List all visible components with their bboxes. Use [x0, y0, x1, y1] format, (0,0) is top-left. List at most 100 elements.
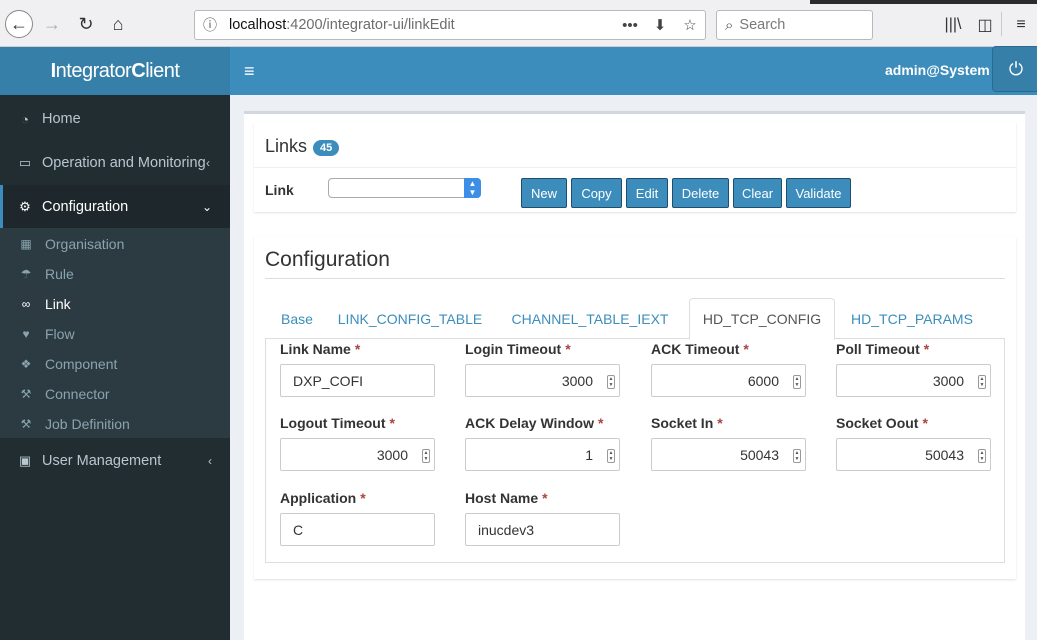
clear-button[interactable]: Clear	[733, 178, 782, 208]
sidebar-item-flow[interactable]: ♥ Flow	[0, 319, 230, 349]
poll-timeout-field[interactable]: 3000 ▲ ▼	[836, 364, 991, 397]
app-header: Integrator Client ≡ admin@System ⏻	[0, 46, 1037, 95]
logo-letter-c: C	[131, 59, 146, 82]
socket-in-label: Socket In *	[651, 415, 723, 431]
links-count-badge: 45	[313, 140, 340, 156]
browser-search-input[interactable]: ⌕ Search	[716, 10, 873, 40]
chevron-left-icon: ‹	[206, 156, 210, 170]
pocket-icon[interactable]: ⬇	[645, 16, 675, 34]
link-name-label: Link Name *	[280, 341, 361, 357]
sidebar-item-home[interactable]: ◔ Home	[0, 97, 230, 141]
url-host: localhost	[229, 17, 287, 33]
ack-delay-window-label: ACK Delay Window *	[465, 415, 604, 431]
url-text[interactable]: localhost:4200/integrator-ui/linkEdit	[229, 17, 615, 33]
sidebar-item-organisation[interactable]: ▦ Organisation	[0, 229, 230, 259]
browser-toolbar: ← → ↻ ⌂ ⓘ localhost:4200/integrator-ui/l…	[0, 0, 1037, 47]
divider	[265, 278, 1005, 279]
socket-oout-label: Socket Oout *	[836, 415, 928, 431]
delete-button[interactable]: Delete	[672, 178, 729, 208]
puzzle-icon: ❖	[20, 357, 32, 371]
toolbar-separator	[1001, 12, 1002, 36]
forward-icon[interactable]: →	[38, 10, 66, 38]
content-area: Links 45 Link ▲ ▼ New Copy Edit Delete Cl…	[230, 95, 1037, 640]
login-timeout-field[interactable]: 3000 ▲ ▼	[465, 364, 620, 397]
browser-menu-icon[interactable]: ≡	[1010, 14, 1032, 36]
dashboard-icon: ◔	[21, 111, 29, 127]
tab-link-config-table[interactable]: LINK_CONFIG_TABLE	[331, 298, 489, 339]
chevron-down-icon: ⌄	[201, 200, 212, 214]
sidebar-item-component[interactable]: ❖ Component	[0, 349, 230, 379]
link-label: Link	[265, 182, 294, 198]
app-logo[interactable]: Integrator Client	[0, 47, 230, 95]
search-icon: ⌕	[725, 16, 734, 34]
logout-button[interactable]: ⏻	[992, 46, 1037, 92]
back-icon[interactable]: ←	[5, 10, 33, 38]
validate-button[interactable]: Validate	[786, 178, 851, 208]
spinner-icon[interactable]: ▲ ▼	[793, 375, 801, 389]
tab-base[interactable]: Base	[265, 298, 329, 339]
host-name-field[interactable]: inucdev3	[465, 513, 620, 546]
spinner-icon[interactable]: ▲ ▼	[978, 449, 986, 463]
hamburger-menu-icon[interactable]: ≡	[244, 61, 255, 82]
user-menu[interactable]: admin@System	[885, 62, 990, 78]
wrench-icon: ⚒	[20, 417, 32, 431]
edit-button[interactable]: Edit	[626, 178, 668, 208]
sidebar-item-label: User Management	[42, 453, 162, 469]
logout-timeout-label: Logout Timeout *	[280, 415, 395, 431]
configuration-box: Configuration Base LINK_CONFIG_TABLE CHA…	[254, 237, 1016, 579]
spinner-icon[interactable]: ▲ ▼	[607, 375, 615, 389]
spinner-icon[interactable]: ▲ ▼	[422, 449, 430, 463]
sidebar-item-rule[interactable]: ☂ Rule	[0, 259, 230, 289]
ack-delay-window-field[interactable]: 1 ▲ ▼	[465, 438, 620, 471]
desktop-icon: ▭	[18, 155, 32, 170]
info-icon[interactable]: ⓘ	[203, 15, 225, 35]
sidebar-item-label: Rule	[45, 266, 74, 282]
sidebar-item-connector[interactable]: ⚒ Connector	[0, 379, 230, 409]
sidebar-toggle-icon[interactable]: ◫	[974, 14, 996, 36]
sidebar-item-job-definition[interactable]: ⚒ Job Definition	[0, 409, 230, 439]
reload-icon[interactable]: ↻	[72, 10, 100, 38]
logo-text-2: lient	[145, 59, 180, 82]
config-tabs: Base LINK_CONFIG_TABLE CHANNEL_TABLE_IEX…	[265, 298, 1005, 340]
bookmark-star-icon[interactable]: ☆	[675, 16, 705, 34]
sidebar-item-configuration[interactable]: ⚙ Configuration ⌄	[0, 185, 230, 229]
divider	[254, 167, 1016, 168]
ack-timeout-label: ACK Timeout *	[651, 341, 749, 357]
poll-timeout-label: Poll Timeout *	[836, 341, 930, 357]
copy-button[interactable]: Copy	[571, 178, 622, 208]
tab-hd-tcp-params[interactable]: HD_TCP_PARAMS	[837, 298, 987, 339]
socket-oout-field[interactable]: 50043 ▲ ▼	[836, 438, 991, 471]
plug-icon: ⚒	[20, 387, 32, 401]
sidebar-item-label: Operation and Monitoring	[42, 155, 206, 171]
address-bar[interactable]: ⓘ localhost:4200/integrator-ui/linkEdit …	[194, 10, 706, 40]
configuration-title: Configuration	[265, 248, 390, 271]
window-edge	[810, 0, 1037, 4]
sidebar-item-label: Organisation	[45, 236, 125, 252]
cogs-icon: ⚙	[19, 199, 31, 214]
spinner-icon[interactable]: ▲ ▼	[793, 449, 801, 463]
tab-hd-tcp-config[interactable]: HD_TCP_CONFIG	[689, 298, 835, 340]
home-icon[interactable]: ⌂	[104, 10, 132, 38]
sidebar-item-operation-monitoring[interactable]: ▭ Operation and Monitoring ‹	[0, 141, 230, 185]
umbrella-icon: ☂	[20, 267, 32, 281]
tab-channel-table-iext[interactable]: CHANNEL_TABLE_IEXT	[505, 298, 675, 339]
more-actions-icon[interactable]: •••	[615, 17, 645, 34]
users-icon: ▣	[18, 453, 32, 468]
link-name-field[interactable]: DXP_COFI	[280, 364, 435, 397]
application-field[interactable]: C	[280, 513, 435, 546]
spinner-icon[interactable]: ▲ ▼	[978, 375, 986, 389]
new-button[interactable]: New	[521, 178, 567, 208]
sidebar-item-label: Connector	[45, 386, 110, 402]
library-icon[interactable]: |||\	[942, 14, 964, 36]
socket-in-field[interactable]: 50043 ▲ ▼	[651, 438, 806, 471]
chevron-left-icon: ‹	[208, 454, 212, 468]
sidebar-item-label: Link	[45, 296, 71, 312]
host-name-label: Host Name *	[465, 490, 548, 506]
sidebar-item-link[interactable]: ∞ Link	[0, 289, 230, 319]
link-select[interactable]: ▲ ▼	[328, 178, 481, 198]
spinner-icon[interactable]: ▲ ▼	[607, 449, 615, 463]
application-label: Application *	[280, 490, 366, 506]
sidebar-item-user-management[interactable]: ▣ User Management ‹	[0, 439, 230, 483]
logout-timeout-field[interactable]: 3000 ▲ ▼	[280, 438, 435, 471]
ack-timeout-field[interactable]: 6000 ▲ ▼	[651, 364, 806, 397]
